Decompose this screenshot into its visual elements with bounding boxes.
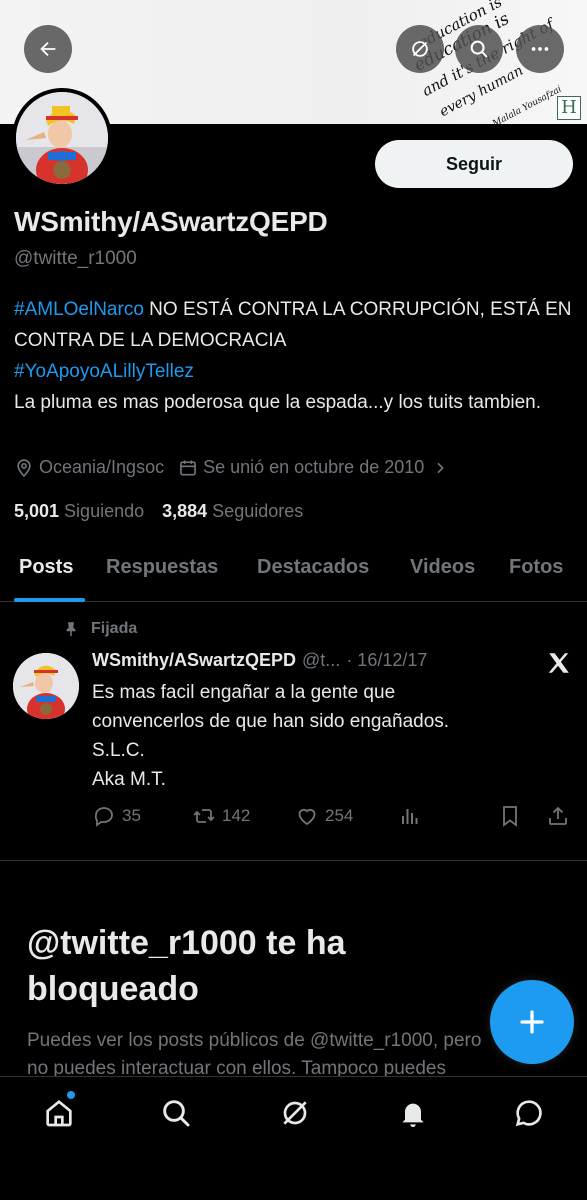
hashtag-link[interactable]: #AMLOelNarco (14, 299, 144, 320)
tab-posts[interactable]: Posts (19, 556, 73, 579)
profile-meta: Oceania/Ingsoc Se unió en octubre de 201… (14, 457, 453, 478)
tab-fotos[interactable]: Fotos (509, 556, 563, 579)
search-button[interactable] (455, 25, 503, 73)
profile-stats: 5,001 Siguiendo 3,884 Seguidores (14, 501, 321, 522)
location-pin-icon (17, 458, 31, 477)
notification-dot (67, 1091, 75, 1099)
reply-button[interactable]: 35 (92, 804, 141, 828)
bottom-navigation (0, 1076, 587, 1200)
views-button[interactable] (398, 804, 428, 828)
analytics-icon (402, 809, 418, 824)
bookmark-icon (503, 806, 517, 827)
section-divider (0, 860, 587, 861)
nav-notifications[interactable] (395, 1095, 431, 1131)
tweet-header: WSmithy/ASwartzQEPD @t... · 16/12/17 (92, 650, 427, 671)
banner-signature: Malala Yousafzai (491, 84, 564, 124)
location-text: Oceania/Ingsoc (39, 457, 165, 477)
banner-logo: H (557, 96, 581, 120)
follow-button[interactable]: Seguir (375, 140, 573, 188)
tweet-date[interactable]: · 16/12/17 (346, 650, 427, 671)
nav-home[interactable] (41, 1095, 77, 1131)
profile-tabs: Posts Respuestas Destacados Videos Fotos (0, 550, 587, 602)
pin-icon (66, 622, 76, 637)
following-count: 5,001 (14, 501, 60, 521)
arrow-left-icon (40, 41, 56, 57)
following-label: Siguiendo (64, 501, 145, 521)
bio-text: La pluma es mas poderosa que la espada..… (14, 392, 542, 413)
followers-label: Seguidores (212, 501, 304, 521)
compose-post-button[interactable] (490, 980, 574, 1064)
messages-icon (515, 1100, 542, 1127)
calendar-icon (180, 460, 196, 475)
followers-link[interactable]: 3,884 Seguidores (162, 501, 303, 522)
joined-date[interactable]: Se unió en octubre de 2010 (178, 457, 453, 478)
hashtag-link[interactable]: #YoApoyoALillyTellez (14, 361, 194, 382)
tweet-actions: 35 142 254 (92, 804, 572, 834)
blocked-description: Puedes ver los posts públicos de @twitte… (27, 1030, 482, 1077)
search-icon (470, 40, 488, 58)
tweet-text: Es mas facil engañar a la gente que conv… (92, 678, 562, 794)
profile-name: WSmithy/ASwartzQEPD (14, 206, 328, 237)
more-button[interactable] (516, 25, 564, 73)
repost-count: 142 (222, 806, 251, 825)
search-icon (163, 1100, 190, 1127)
tab-videos[interactable]: Videos (410, 556, 475, 579)
back-button[interactable] (24, 25, 72, 73)
joined-text: Se unió en octubre de 2010 (203, 457, 425, 477)
nav-messages[interactable] (511, 1095, 547, 1131)
following-link[interactable]: 5,001 Siguiendo (14, 501, 144, 522)
tweet-author-handle[interactable]: @t... (302, 650, 340, 671)
profile-handle: @twitte_r1000 (14, 248, 137, 269)
nav-search[interactable] (158, 1095, 194, 1131)
tab-destacados[interactable]: Destacados (257, 556, 369, 579)
like-button[interactable]: 254 (295, 804, 353, 828)
home-icon (46, 1099, 72, 1127)
location: Oceania/Ingsoc (14, 457, 164, 478)
repost-button[interactable]: 142 (192, 804, 250, 828)
tweet-text-line: Es mas facil engañar a la gente que (92, 682, 396, 703)
grok-icon (412, 41, 428, 57)
avatar-image (16, 92, 108, 184)
share-button[interactable] (546, 804, 576, 828)
heart-icon (298, 808, 316, 826)
tweet-text-line: S.L.C. (92, 740, 145, 761)
grok-button[interactable] (396, 25, 444, 73)
followers-count: 3,884 (162, 501, 208, 521)
blocked-title: @twitte_r1000 te ha bloqueado (27, 924, 346, 1008)
bookmark-button[interactable] (498, 804, 528, 828)
tweet-author-name[interactable]: WSmithy/ASwartzQEPD (92, 650, 296, 671)
like-count: 254 (325, 806, 354, 825)
avatar-image (13, 653, 79, 719)
chevron-right-icon (437, 462, 445, 473)
tab-respuestas[interactable]: Respuestas (106, 556, 218, 579)
profile-avatar[interactable] (12, 88, 112, 188)
reply-icon (94, 807, 113, 827)
x-logo-icon[interactable] (546, 650, 572, 676)
tweet-text-line: convencerlos de que han sido engañados. (92, 711, 450, 732)
share-icon (549, 806, 567, 825)
nav-grok[interactable] (277, 1095, 313, 1131)
repost-icon (193, 809, 215, 823)
notifications-icon (402, 1103, 424, 1127)
reply-count: 35 (122, 806, 141, 825)
active-tab-indicator (14, 598, 85, 602)
grok-icon (283, 1101, 307, 1125)
pinned-label: Fijada (62, 620, 137, 638)
pinned-text: Fijada (91, 620, 138, 637)
plus-icon (520, 1010, 544, 1034)
tweet-avatar[interactable] (13, 653, 79, 719)
profile-bio: #AMLOelNarco NO ESTÁ CONTRA LA CORRUPCIÓ… (14, 294, 574, 418)
tweet-text-line: Aka M.T. (92, 769, 166, 790)
more-icon (531, 47, 549, 51)
